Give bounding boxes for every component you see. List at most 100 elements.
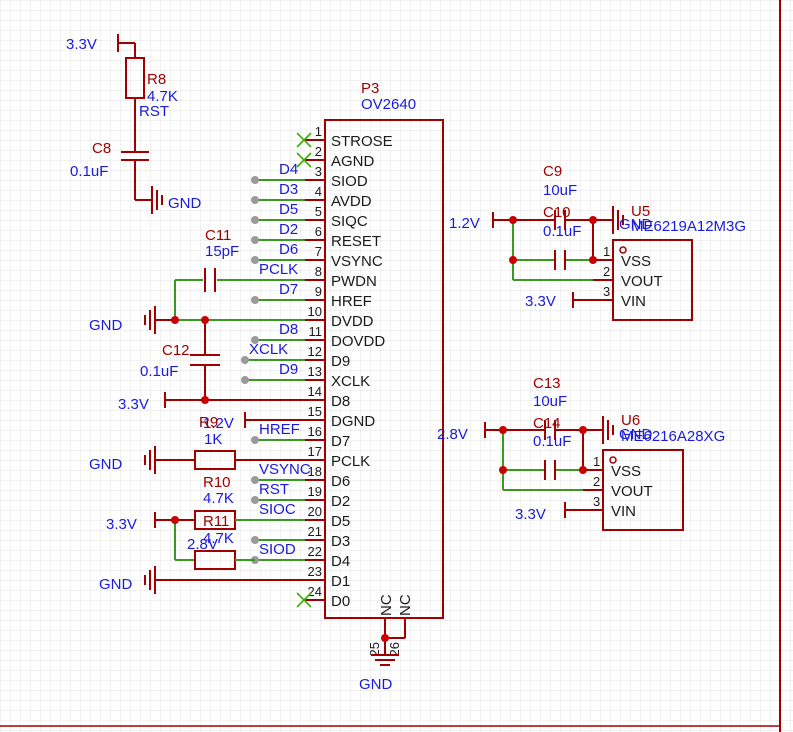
net-label-xclk: XCLK xyxy=(249,341,288,358)
p3-value: OV2640 xyxy=(361,96,416,113)
r10-ref: R10 xyxy=(203,474,231,491)
u5-vin-label: 3.3V xyxy=(525,293,556,310)
p3-pin-number: 17 xyxy=(308,444,322,459)
p3-pin-name: D5 xyxy=(331,513,350,530)
p3-pin-name: D1 xyxy=(331,573,350,590)
p3-pin-name: D0 xyxy=(331,593,350,610)
net-label-d9: D9 xyxy=(279,361,298,378)
p3-pin-name: SIQC xyxy=(331,213,368,230)
p3-pin-name: HREF xyxy=(331,293,372,310)
p3-pin-name: D8 xyxy=(331,393,350,410)
c12-ref: C12 xyxy=(162,342,190,359)
u6-pin-name: VSS xyxy=(611,463,641,480)
p3-pin-name: VSYNC xyxy=(331,253,383,270)
c11-ref: C11 xyxy=(205,227,231,244)
p3-pin-name-nc: NC xyxy=(397,594,414,616)
net-label-d3: D3 xyxy=(279,181,298,198)
p3-pin-number: 14 xyxy=(308,384,322,399)
net-label-d6: D6 xyxy=(279,241,298,258)
u5-pin-name: VIN xyxy=(621,293,646,310)
schematic-sheet: 3.3V R8 4.7K RST C8 0.1uF GND P3 OV2640 … xyxy=(0,0,793,732)
u6-value: ME6216A28XG xyxy=(621,428,725,445)
u5-value: ME6219A12M3G xyxy=(631,218,746,235)
p3-pin-name: AGND xyxy=(331,153,375,170)
net-label-pclk: PCLK xyxy=(259,261,298,278)
nc-gnd-label: GND xyxy=(359,676,393,693)
d8-power-label: 3.3V xyxy=(118,396,149,413)
p3-pin-number: 22 xyxy=(308,544,322,559)
p3-pin-number: 7 xyxy=(315,244,322,259)
r8-net-label: RST xyxy=(139,103,169,120)
net-label-d5: D5 xyxy=(279,201,298,218)
u6-pin-number: 2 xyxy=(593,474,600,489)
p3-pin-name: XCLK xyxy=(331,373,370,390)
p3-pin-name: AVDD xyxy=(331,193,372,210)
p3-pin-number: 13 xyxy=(308,364,322,379)
p3-pin-number: 8 xyxy=(315,264,322,279)
p3-pin-name: D4 xyxy=(331,553,350,570)
r10-power-label: 3.3V xyxy=(106,516,137,533)
p3-pin-name: DVDD xyxy=(331,313,374,330)
c10-value: 0.1uF xyxy=(543,223,581,240)
p3-pin-number: 16 xyxy=(308,424,322,439)
p3-pin-number: 12 xyxy=(308,344,322,359)
u6-power-label: 2.8V xyxy=(437,426,468,443)
p3-ref: P3 xyxy=(361,80,379,97)
r8-ref: R8 xyxy=(147,71,166,88)
p3-pin-name: PWDN xyxy=(331,273,377,290)
net-label-d7: D7 xyxy=(279,281,298,298)
p3-pin-number: 20 xyxy=(308,504,322,519)
c11-value: 15pF xyxy=(205,243,239,260)
p3-pin-number: 21 xyxy=(308,524,322,539)
p3-pin-name: D3 xyxy=(331,533,350,550)
c8-value: 0.1uF xyxy=(70,163,108,180)
c13-ref: C13 xyxy=(533,375,561,392)
r10-value: 4.7K xyxy=(203,490,234,507)
p3-pin-number: 15 xyxy=(308,404,322,419)
p3-pin-number: 1 xyxy=(315,124,322,139)
net-label-vsync: VSYNC xyxy=(259,461,311,478)
p3-pin-number: 3 xyxy=(315,164,322,179)
c12-value: 0.1uF xyxy=(140,363,178,380)
c14-value: 0.1uF xyxy=(533,433,571,450)
u6-pin-number: 1 xyxy=(593,454,600,469)
u6-pin-number: 3 xyxy=(593,494,600,509)
p3-pin-number: 9 xyxy=(315,284,322,299)
c8-gnd-label: GND xyxy=(168,195,202,212)
c13-value: 10uF xyxy=(533,393,567,410)
u5-pin-name: VSS xyxy=(621,253,651,270)
p3-pin-number: 19 xyxy=(308,484,322,499)
r11-power-label: 2.8V xyxy=(187,536,218,553)
u6-pin-name: VIN xyxy=(611,503,636,520)
p3-pin-number: 4 xyxy=(315,184,322,199)
r9-gnd-label: GND xyxy=(89,456,123,473)
r8-power-label: 3.3V xyxy=(66,36,97,53)
net-label-sioc: SIOC xyxy=(259,501,296,518)
dvdd-gnd-label: GND xyxy=(89,317,123,334)
p3-pin-name: DOVDD xyxy=(331,333,385,350)
p3-pin-name: PCLK xyxy=(331,453,370,470)
c9-ref: C9 xyxy=(543,163,562,180)
c14-ref: C14 xyxy=(533,415,561,432)
r9-ref: R9 xyxy=(199,414,218,431)
p3-pin-name-nc: NC xyxy=(378,594,395,616)
p3-pin-name: SIOD xyxy=(331,173,368,190)
net-label-href: HREF xyxy=(259,421,300,438)
p3-pin-name: RESET xyxy=(331,233,381,250)
p3-pin-number: 6 xyxy=(315,224,322,239)
p3-pin-number: 2 xyxy=(315,144,322,159)
r11-ref: R11 xyxy=(203,513,229,530)
net-label-rst: RST xyxy=(259,481,289,498)
u5-pin-number: 3 xyxy=(603,284,610,299)
p3-pin-number: 10 xyxy=(308,304,322,319)
c10-ref: C10 xyxy=(543,204,571,221)
p3-pin-name: D6 xyxy=(331,473,350,490)
d1-gnd-label: GND xyxy=(99,576,133,593)
p3-pin-name: D7 xyxy=(331,433,350,450)
u5-pin-number: 1 xyxy=(603,244,610,259)
p3-pin-name: DGND xyxy=(331,413,375,430)
p3-pin-number: 11 xyxy=(309,324,323,339)
c8-ref: C8 xyxy=(92,140,111,157)
c9-value: 10uF xyxy=(543,182,577,199)
net-label-d2: D2 xyxy=(279,221,298,238)
